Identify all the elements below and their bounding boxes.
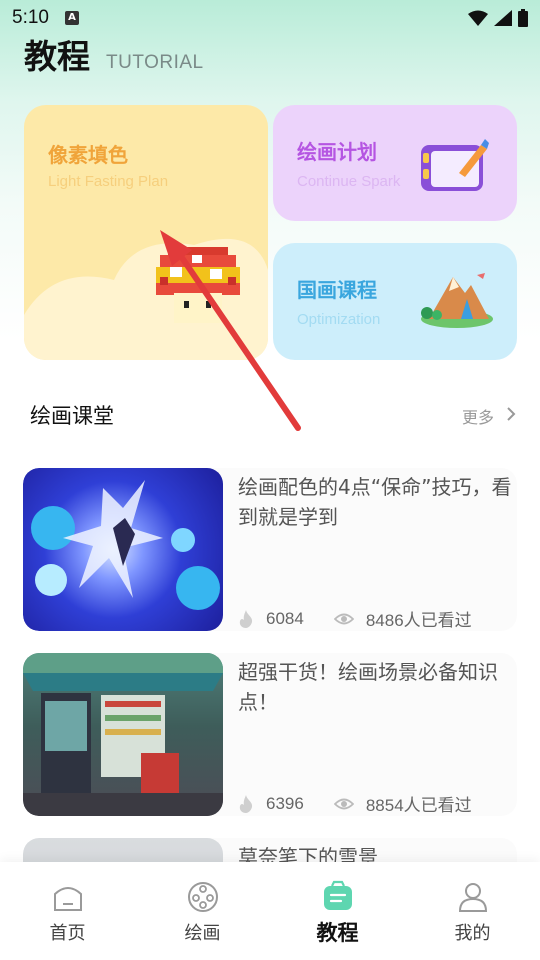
balloons-artwork bbox=[31, 480, 220, 610]
tab-label: 我的 bbox=[454, 923, 491, 944]
tab-label: 绘画 bbox=[184, 923, 221, 944]
pixel-mushroom-icon bbox=[156, 247, 240, 323]
tab-label: 首页 bbox=[49, 923, 86, 944]
drawing-plan-card[interactable]: 绘画计划 Continue Spark bbox=[273, 105, 517, 221]
pixel-coloring-card[interactable]: 像素填色 Light Fasting Plan bbox=[24, 105, 268, 360]
tutorial-icon bbox=[323, 880, 352, 910]
bottom-tab-bar: 首页 绘画 教程 我的 bbox=[0, 862, 540, 960]
drawing-plan-title: 绘画计划 bbox=[297, 140, 377, 164]
lesson-thumbnail bbox=[23, 653, 223, 816]
home-icon bbox=[53, 887, 82, 911]
more-link[interactable]: 更多 bbox=[462, 404, 494, 428]
chinese-painting-title: 国画课程 bbox=[297, 278, 377, 302]
lesson-thumbnail bbox=[23, 468, 223, 631]
chinese-painting-card[interactable]: 国画课程 Optimization bbox=[273, 243, 517, 360]
chinese-painting-subtitle: Optimization bbox=[297, 311, 381, 328]
drawing-tablet-icon bbox=[421, 139, 489, 191]
mountain-island-icon bbox=[421, 273, 493, 328]
shopfront-artwork bbox=[23, 653, 223, 816]
page-subtitle: TUTORIAL bbox=[106, 52, 204, 73]
views-count: 8854人已看过 bbox=[365, 796, 472, 815]
notification-icon: A bbox=[64, 11, 79, 25]
wifi-icon bbox=[468, 10, 488, 26]
lesson-title: 绘画配色的4点“保命”技巧，看到就是学到 bbox=[238, 475, 512, 529]
tab-draw[interactable]: 绘画 bbox=[135, 862, 270, 960]
section-title: 绘画课堂 bbox=[30, 404, 114, 428]
likes-count: 6084 bbox=[266, 608, 304, 628]
tab-label: 教程 bbox=[316, 921, 359, 945]
views-count: 8486人已看过 bbox=[365, 611, 472, 630]
lesson-item[interactable]: 绘画配色的4点“保命”技巧，看到就是学到 6084 8486人已看过 bbox=[23, 468, 517, 631]
tab-tutorial[interactable]: 教程 bbox=[270, 862, 405, 960]
pixel-coloring-subtitle: Light Fasting Plan bbox=[48, 173, 169, 190]
page-header: 教程 TUTORIAL bbox=[24, 30, 204, 78]
eye-icon bbox=[333, 798, 354, 809]
profile-icon bbox=[458, 883, 487, 912]
drawing-plan-subtitle: Continue Spark bbox=[297, 173, 401, 190]
flame-icon bbox=[239, 794, 253, 813]
lesson-stats: 6084 8486人已看过 bbox=[238, 606, 472, 631]
section-header: 绘画课堂 更多 bbox=[30, 398, 516, 432]
signal-icon bbox=[494, 10, 512, 26]
flame-icon bbox=[239, 609, 253, 628]
tab-home[interactable]: 首页 bbox=[0, 862, 135, 960]
chevron-right-icon[interactable] bbox=[506, 406, 516, 422]
status-time: 5:10 bbox=[12, 7, 49, 28]
battery-icon bbox=[518, 9, 528, 27]
pixel-coloring-title: 像素填色 bbox=[48, 143, 128, 167]
palette-icon bbox=[187, 882, 218, 912]
tab-profile[interactable]: 我的 bbox=[405, 862, 540, 960]
lesson-title: 超强干货！绘画场景必备知识点！ bbox=[238, 660, 498, 714]
lesson-stats: 6396 8854人已看过 bbox=[238, 791, 472, 816]
page-title: 教程 bbox=[24, 37, 90, 76]
eye-icon bbox=[333, 613, 354, 624]
likes-count: 6396 bbox=[266, 793, 304, 813]
lesson-item[interactable]: 超强干货！绘画场景必备知识点！ 6396 8854人已看过 bbox=[23, 653, 517, 816]
